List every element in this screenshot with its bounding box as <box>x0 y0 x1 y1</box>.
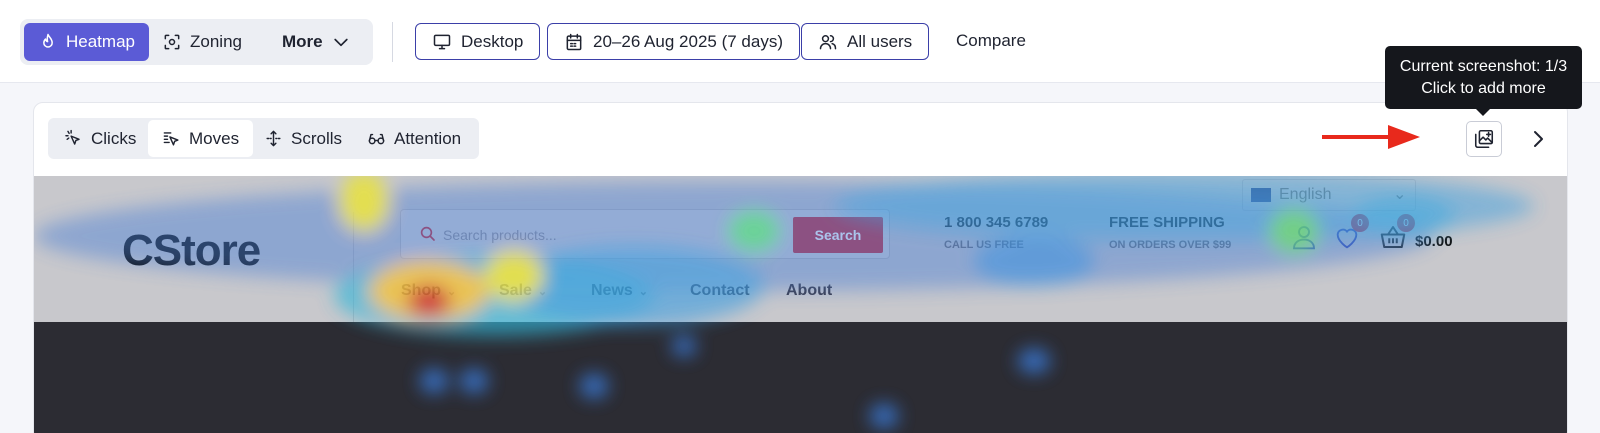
mode-clicks[interactable]: Clicks <box>50 120 150 157</box>
add-screenshot-button[interactable] <box>1466 121 1502 157</box>
chevron-right-icon <box>1534 131 1543 147</box>
site-logo: CStore <box>122 226 261 275</box>
heatmap-mode-switcher: Clicks Moves Scrolls Attention <box>48 118 479 159</box>
compare-button[interactable]: Compare <box>956 31 1026 51</box>
mode-scrolls-label: Scrolls <box>291 128 343 148</box>
zoning-icon <box>164 34 180 50</box>
device-filter-label: Desktop <box>461 31 524 51</box>
click-icon <box>65 129 80 145</box>
device-filter[interactable]: Desktop <box>415 23 541 60</box>
site-nav-label: About <box>786 282 833 299</box>
phone-number: 1 800 345 6789 <box>944 214 1049 231</box>
language-label: English <box>1279 186 1332 203</box>
hero-banner <box>34 322 1567 433</box>
user-icon[interactable] <box>1289 222 1319 252</box>
shipping-caption: ON ORDERS OVER $99 <box>1109 239 1232 251</box>
more-label: More <box>282 32 323 51</box>
mode-scrolls[interactable]: Scrolls <box>250 120 356 157</box>
site-nav-label: Contact <box>690 282 750 299</box>
top-toolbar: Heatmap Zoning More Desktop 20–26 Aug 20… <box>0 0 1600 83</box>
mode-moves[interactable]: Moves <box>148 120 254 157</box>
segment-filter-label: All users <box>847 31 913 51</box>
mode-attention-label: Attention <box>394 128 462 148</box>
site-nav-about[interactable]: About <box>786 282 832 300</box>
site-nav-label: News <box>591 282 633 299</box>
page-screenshot: CStore Search products... Search 1 800 3… <box>34 176 1567 433</box>
uk-flag-icon <box>1251 188 1271 202</box>
zoning-tab[interactable]: Zoning <box>148 23 256 61</box>
heatmap-tab-label: Heatmap <box>66 32 135 51</box>
date-range-filter[interactable]: 20–26 Aug 2025 (7 days) <box>547 23 800 60</box>
heatmap-panel: Clicks Moves Scrolls Attention CStore Se… <box>33 102 1568 433</box>
site-nav-contact[interactable]: Contact <box>690 282 750 300</box>
site-nav-label: Shop <box>401 282 441 299</box>
chevron-down-icon: ⌄ <box>1393 186 1407 203</box>
cart-badge: 0 <box>1397 214 1415 232</box>
chevron-down-icon <box>333 38 348 47</box>
tooltip-line-2: Click to add more <box>1421 80 1546 97</box>
users-icon <box>819 34 837 49</box>
site-nav-shop[interactable]: Shop ⌄ <box>401 282 456 300</box>
calendar-icon <box>566 33 582 50</box>
language-select[interactable]: English ⌄ <box>1242 179 1416 211</box>
mode-attention[interactable]: Attention <box>353 120 475 157</box>
site-search-placeholder: Search products... <box>443 227 557 243</box>
wishlist-badge: 0 <box>1351 214 1369 232</box>
chevron-down-icon: ⌄ <box>638 285 649 298</box>
more-dropdown[interactable]: More <box>268 23 365 61</box>
next-screenshot-button[interactable] <box>1523 124 1553 154</box>
site-search-input[interactable]: Search products... Search <box>400 209 890 259</box>
chevron-down-icon: ⌄ <box>447 285 457 298</box>
site-nav-sale[interactable]: Sale ⌄ <box>499 282 547 300</box>
desktop-icon <box>433 34 451 49</box>
zoning-tab-label: Zoning <box>190 32 242 51</box>
header-divider <box>353 212 354 322</box>
site-nav-news[interactable]: News ⌄ <box>591 282 648 300</box>
phone-caption: CALL US FREE <box>944 239 1024 251</box>
cursor-move-icon <box>163 132 179 146</box>
mode-clicks-label: Clicks <box>91 128 137 148</box>
shipping-title: FREE SHIPPING <box>1109 214 1225 231</box>
tooltip-line-1: Current screenshot: 1/3 <box>1399 58 1568 75</box>
scroll-icon <box>266 130 281 147</box>
cart-total: $0.00 <box>1415 233 1453 250</box>
glasses-icon <box>368 133 385 145</box>
flame-icon <box>43 33 53 48</box>
images-plus-icon <box>1474 129 1494 149</box>
screenshot-tooltip: Current screenshot: 1/3 Click to add mor… <box>1385 46 1582 116</box>
site-nav-label: Sale <box>499 282 532 299</box>
date-range-label: 20–26 Aug 2025 (7 days) <box>593 31 783 51</box>
site-search-button[interactable]: Search <box>793 217 883 253</box>
segment-filter[interactable]: All users <box>801 23 930 60</box>
mode-moves-label: Moves <box>189 128 240 148</box>
view-mode-switcher: Heatmap Zoning More <box>20 19 373 65</box>
chevron-down-icon: ⌄ <box>537 285 548 298</box>
toolbar-divider <box>392 22 393 62</box>
heatmap-tab[interactable]: Heatmap <box>24 23 149 61</box>
search-icon <box>420 226 435 241</box>
site-header: CStore Search products... Search 1 800 3… <box>34 176 1567 322</box>
annotation-arrow <box>1322 125 1420 149</box>
